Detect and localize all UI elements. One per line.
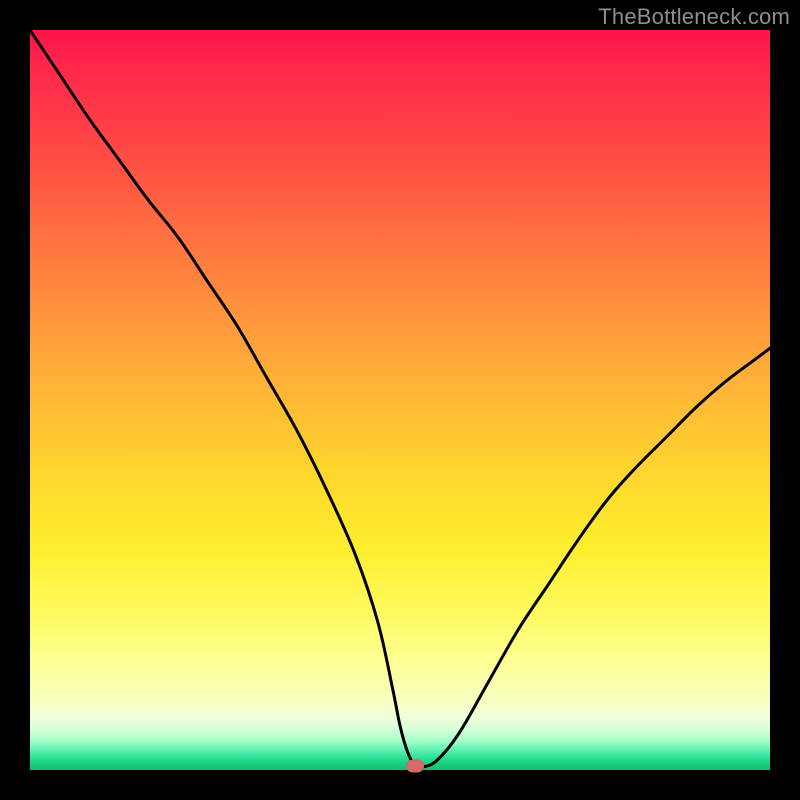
bottleneck-curve-path <box>30 30 770 768</box>
watermark-text: TheBottleneck.com <box>598 4 790 30</box>
minimum-marker <box>406 760 424 773</box>
curve-layer <box>30 30 770 770</box>
plot-area <box>30 30 770 770</box>
chart-stage: TheBottleneck.com <box>0 0 800 800</box>
